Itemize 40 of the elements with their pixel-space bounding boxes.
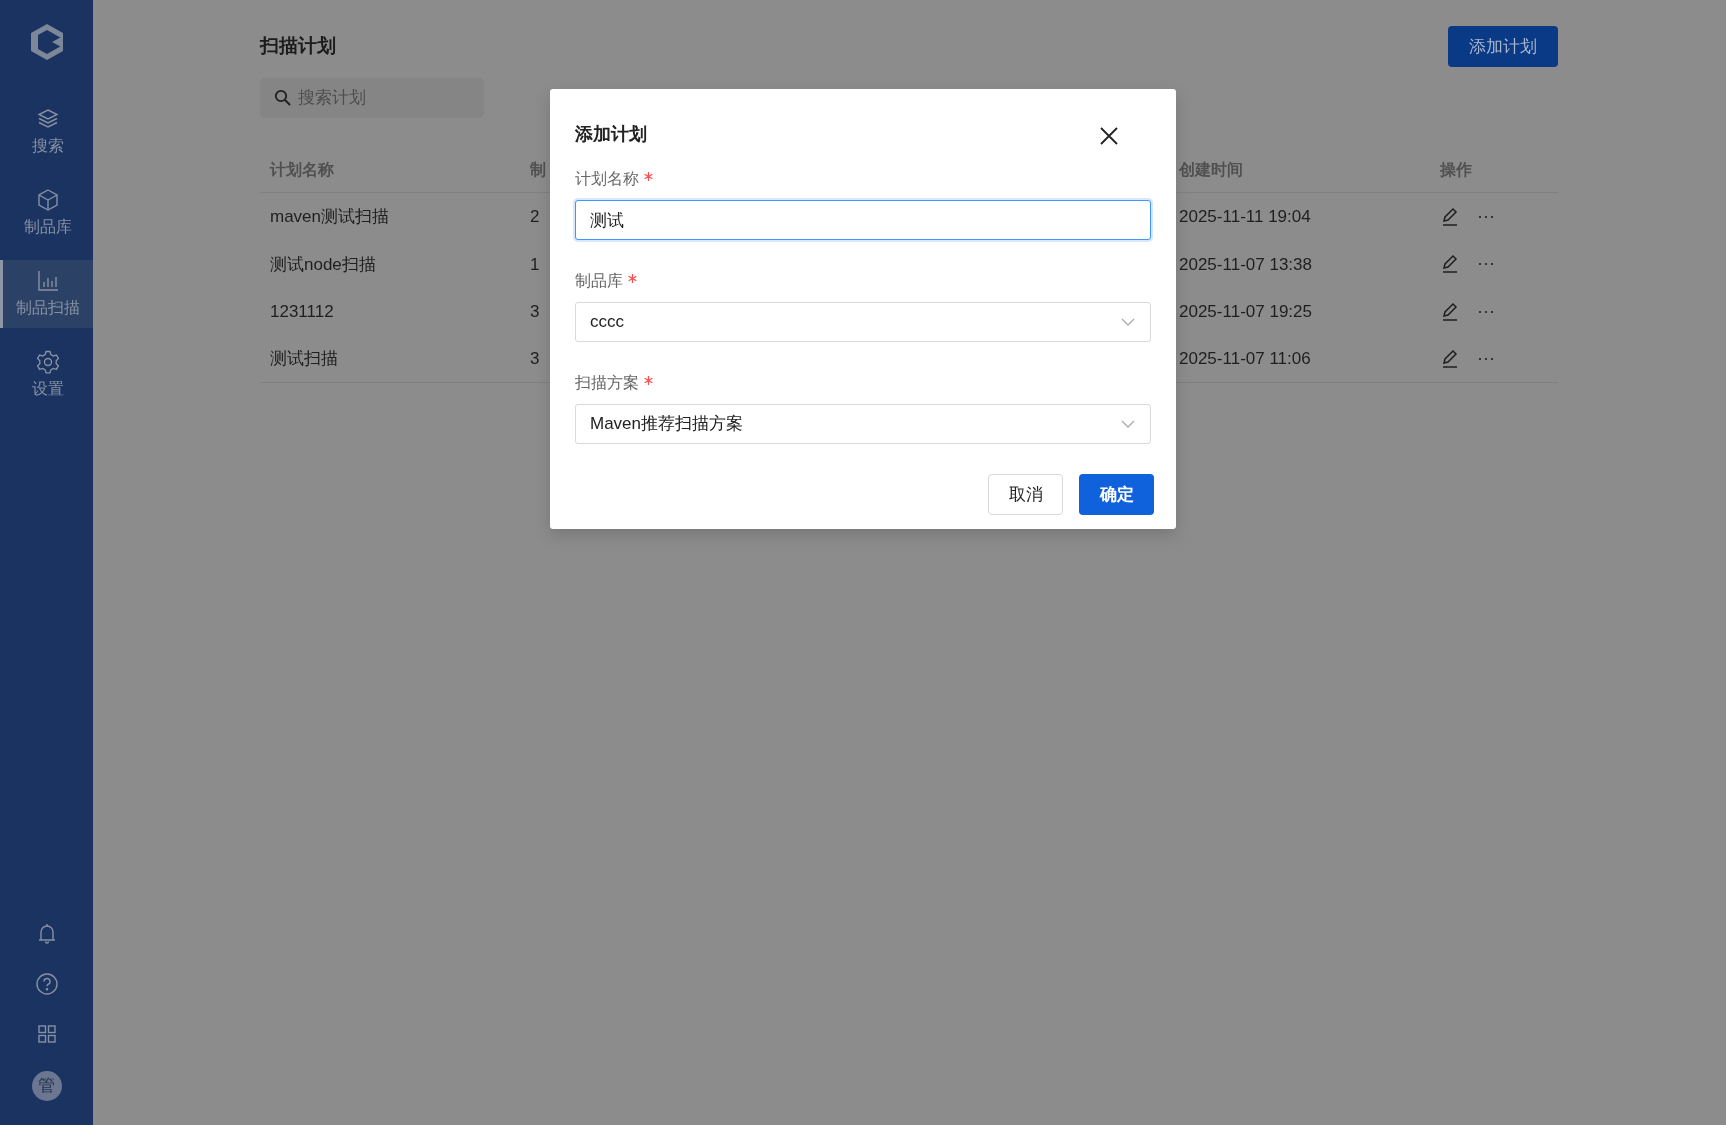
table-cell-text: 测试扫描 (270, 348, 338, 370)
field-label: 计划名称 (575, 170, 639, 187)
sidebar-item[interactable]: 制品库 (0, 179, 93, 247)
edit-icon[interactable] (1440, 348, 1460, 369)
field-label: 扫描方案 (575, 374, 639, 391)
column-header: 制 (530, 160, 546, 180)
select-field[interactable]: Maven推荐扫描方案 (575, 404, 1151, 444)
sidebar-item[interactable]: 制品扫描 (0, 260, 93, 328)
table-cell-text: 2025-11-11 19:04 (1179, 206, 1311, 228)
dialog-title: 添加计划 (575, 123, 647, 146)
column-header: 操作 (1440, 160, 1472, 180)
confirm-button[interactable]: 确定 (1079, 474, 1154, 515)
sidebar-item[interactable]: 搜索 (0, 98, 93, 166)
table-cell-text: 2025-11-07 19:25 (1179, 301, 1312, 323)
table-cell-text: 1231112 (270, 301, 334, 323)
edit-icon[interactable] (1440, 254, 1460, 275)
add-plan-button[interactable]: 添加计划 (1448, 26, 1558, 67)
input-field[interactable]: 测试 (575, 200, 1151, 240)
table-cell-text: 2 (530, 206, 540, 228)
select-field[interactable]: cccc (575, 302, 1151, 342)
sidebar-item[interactable]: 设置 (0, 341, 93, 409)
table-cell-text: 2025-11-07 13:38 (1179, 253, 1312, 276)
table-cell-text: 2025-11-07 11:06 (1179, 348, 1311, 370)
cancel-button[interactable]: 取消 (988, 474, 1063, 515)
table-cell-text: 测试node扫描 (270, 253, 376, 276)
edit-icon[interactable] (1440, 206, 1460, 227)
field-label: 制品库 (575, 272, 623, 289)
bar-chart-icon (35, 268, 61, 294)
cube-icon (35, 187, 61, 213)
gear-icon (35, 349, 61, 375)
edit-icon[interactable] (1440, 301, 1460, 322)
help-icon[interactable] (33, 971, 60, 997)
table-cell-text: maven测试扫描 (270, 206, 390, 228)
page-title: 扫描计划 (260, 34, 336, 59)
column-header: 计划名称 (270, 160, 334, 180)
avatar[interactable]: 管 (31, 1071, 62, 1101)
table-cell-text: 3 (530, 301, 540, 323)
table-cell-text: 1 (530, 253, 540, 276)
table-cell-text: 3 (530, 348, 540, 370)
column-header: 创建时间 (1179, 160, 1243, 180)
